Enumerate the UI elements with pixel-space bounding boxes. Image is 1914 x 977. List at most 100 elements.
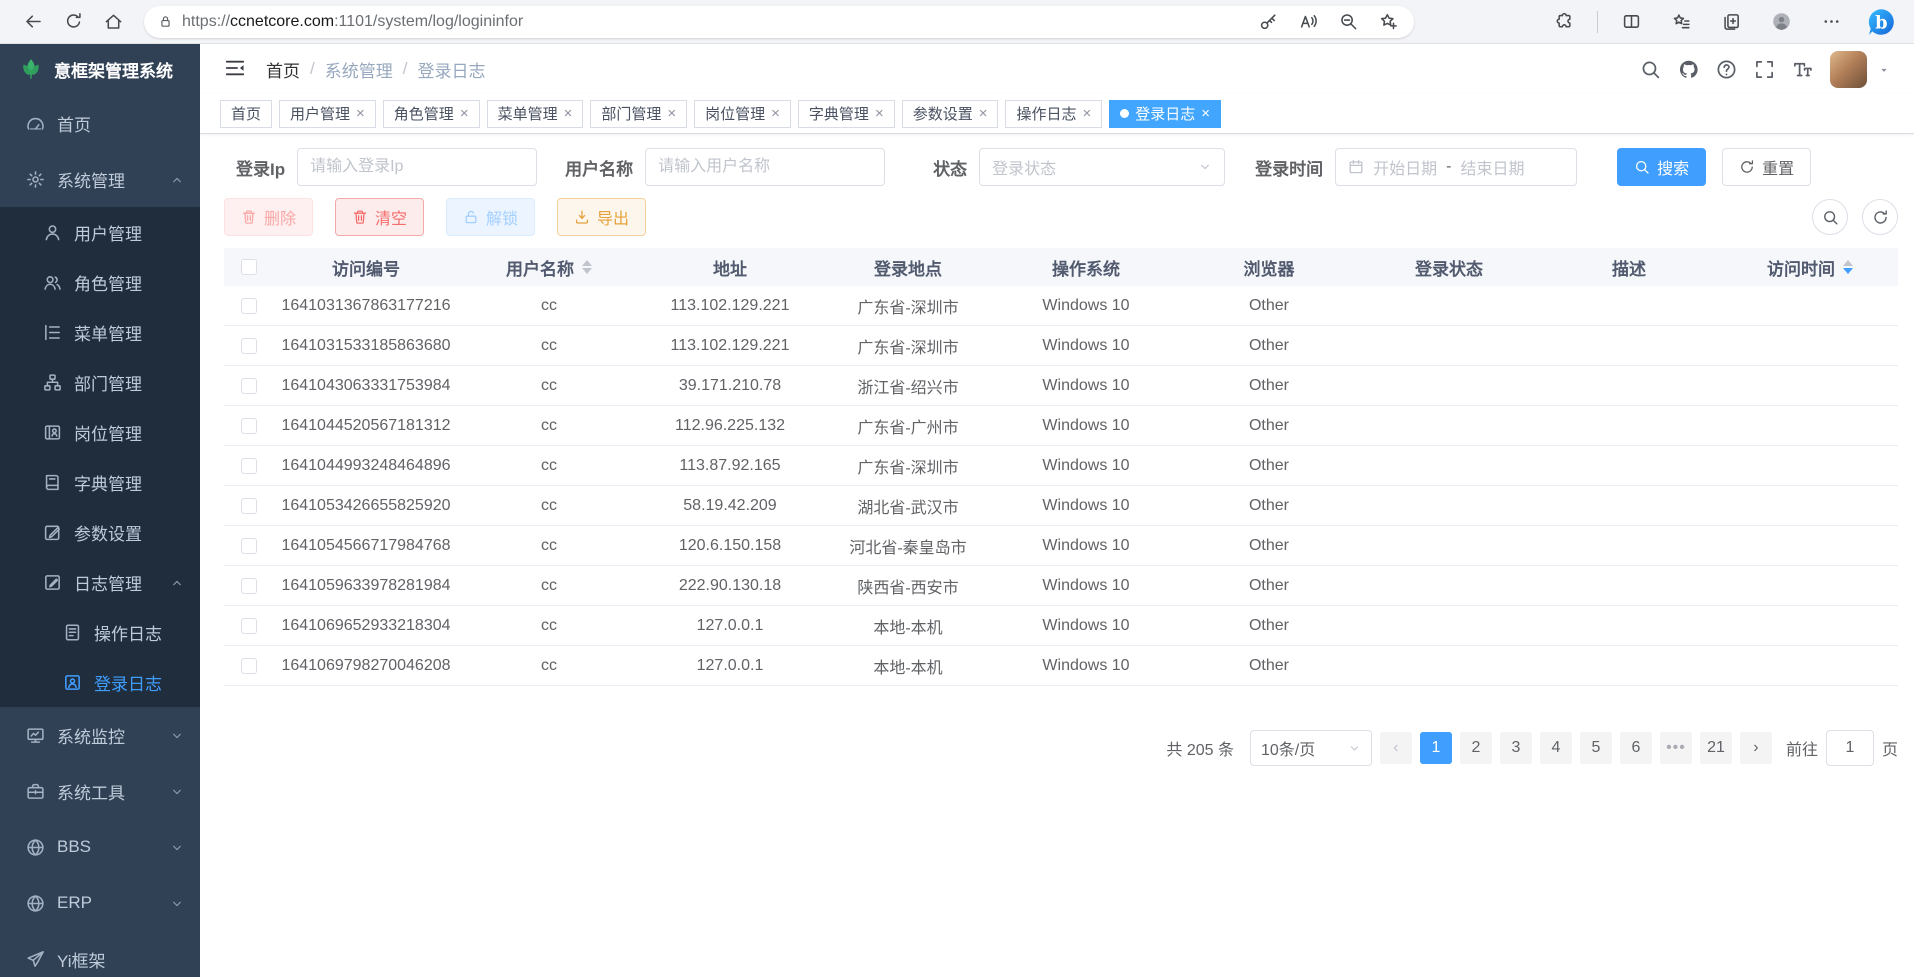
清空-button[interactable]: 清空 — [335, 198, 424, 236]
font-size-icon[interactable] — [1792, 59, 1813, 80]
row-checkbox[interactable] — [241, 538, 257, 554]
bing-icon[interactable]: b — [1864, 5, 1898, 39]
row-checkbox[interactable] — [241, 498, 257, 514]
sort-carets-icon[interactable] — [1843, 260, 1853, 274]
tab-用户管理[interactable]: 用户管理× — [279, 100, 376, 128]
tab-菜单管理[interactable]: 菜单管理× — [487, 100, 584, 128]
row-checkbox[interactable] — [241, 298, 257, 314]
tab-操作日志[interactable]: 操作日志× — [1005, 100, 1102, 128]
sidebar-item-登录日志[interactable]: 登录日志 — [0, 657, 200, 707]
row-checkbox[interactable] — [241, 578, 257, 594]
sort-asc-icon[interactable] — [582, 260, 592, 266]
more-icon[interactable] — [1814, 5, 1848, 39]
tab-首页[interactable]: 首页 — [220, 100, 272, 128]
close-icon[interactable]: × — [875, 106, 884, 121]
close-icon[interactable]: × — [771, 106, 780, 121]
fullscreen-icon[interactable] — [1754, 59, 1775, 80]
sidebar-item-菜单管理[interactable]: 菜单管理 — [0, 307, 200, 357]
close-icon[interactable]: × — [460, 106, 469, 121]
tab-角色管理[interactable]: 角色管理× — [383, 100, 480, 128]
add-favorite-icon[interactable] — [1376, 10, 1400, 34]
sidebar-item-首页[interactable]: 首页 — [0, 95, 200, 151]
profile-icon[interactable] — [1764, 5, 1798, 39]
sidebar-item-BBS[interactable]: BBS — [0, 819, 200, 875]
row-checkbox[interactable] — [241, 618, 257, 634]
导出-button[interactable]: 导出 — [557, 198, 646, 236]
page-button-1[interactable]: 1 — [1420, 732, 1452, 764]
tab-登录日志[interactable]: 登录日志× — [1109, 100, 1221, 128]
sidebar-item-系统管理[interactable]: 系统管理 — [0, 151, 200, 207]
删除-button[interactable]: 删除 — [224, 198, 313, 236]
status-select[interactable]: 登录状态 — [979, 148, 1225, 186]
search-icon[interactable] — [1640, 59, 1661, 80]
close-icon[interactable]: × — [356, 106, 365, 121]
sidebar-item-部门管理[interactable]: 部门管理 — [0, 357, 200, 407]
avatar[interactable] — [1830, 51, 1867, 88]
page-button-2[interactable]: 2 — [1460, 732, 1492, 764]
sidebar-item-日志管理[interactable]: 日志管理 — [0, 557, 200, 607]
sidebar-item-系统监控[interactable]: 系统监控 — [0, 707, 200, 763]
sort-desc-icon[interactable] — [1843, 268, 1853, 274]
refresh-tool-button[interactable] — [1862, 199, 1898, 235]
read-aloud-icon[interactable] — [1296, 10, 1320, 34]
search-tool-button[interactable] — [1812, 199, 1848, 235]
sidebar-item-参数设置[interactable]: 参数设置 — [0, 507, 200, 557]
split-screen-icon[interactable] — [1614, 5, 1648, 39]
prev-page-button[interactable]: ‹ — [1380, 732, 1412, 764]
sidebar-item-用户管理[interactable]: 用户管理 — [0, 207, 200, 257]
close-icon[interactable]: × — [564, 106, 573, 121]
sidebar-item-岗位管理[interactable]: 岗位管理 — [0, 407, 200, 457]
解锁-button[interactable]: 解锁 — [446, 198, 535, 236]
tab-参数设置[interactable]: 参数设置× — [902, 100, 999, 128]
page-button-6[interactable]: 6 — [1620, 732, 1652, 764]
caret-down-icon[interactable] — [1878, 63, 1890, 75]
collections-icon[interactable] — [1714, 5, 1748, 39]
goto-input[interactable] — [1826, 730, 1874, 766]
row-checkbox[interactable] — [241, 458, 257, 474]
close-icon[interactable]: × — [1201, 106, 1210, 121]
sidebar-item-Yi框架[interactable]: Yi框架 — [0, 931, 200, 977]
page-button-3[interactable]: 3 — [1500, 732, 1532, 764]
page-button-21[interactable]: 21 — [1700, 732, 1732, 764]
next-page-button[interactable]: › — [1740, 732, 1772, 764]
row-checkbox[interactable] — [241, 378, 257, 394]
page-size-select[interactable]: 10条/页 — [1250, 730, 1372, 766]
column-header-访问时间[interactable]: 访问时间 — [1722, 255, 1898, 280]
github-icon[interactable] — [1678, 59, 1699, 80]
extensions-icon[interactable] — [1547, 5, 1581, 39]
row-checkbox[interactable] — [241, 338, 257, 354]
home-icon[interactable] — [96, 5, 130, 39]
favorites-icon[interactable] — [1664, 5, 1698, 39]
breadcrumb-system[interactable]: 系统管理 — [325, 57, 393, 82]
row-checkbox[interactable] — [241, 658, 257, 674]
page-button-4[interactable]: 4 — [1540, 732, 1572, 764]
reset-button[interactable]: 重置 — [1722, 148, 1811, 186]
tab-字典管理[interactable]: 字典管理× — [798, 100, 895, 128]
hamburger-icon[interactable] — [224, 57, 248, 81]
sort-asc-icon[interactable] — [1843, 260, 1853, 266]
sort-desc-icon[interactable] — [582, 268, 592, 274]
page-button-5[interactable]: 5 — [1580, 732, 1612, 764]
login-ip-input[interactable] — [297, 148, 537, 186]
reload-icon[interactable] — [56, 5, 90, 39]
question-icon[interactable] — [1716, 59, 1737, 80]
date-range-picker[interactable]: 开始日期 - 结束日期 — [1335, 148, 1577, 186]
tab-部门管理[interactable]: 部门管理× — [590, 100, 687, 128]
close-icon[interactable]: × — [667, 106, 676, 121]
key-icon[interactable] — [1256, 10, 1280, 34]
zoom-out-icon[interactable] — [1336, 10, 1360, 34]
sidebar-item-系统工具[interactable]: 系统工具 — [0, 763, 200, 819]
tab-岗位管理[interactable]: 岗位管理× — [694, 100, 791, 128]
select-all-checkbox[interactable] — [241, 259, 257, 275]
sort-carets-icon[interactable] — [582, 260, 592, 274]
back-icon[interactable] — [16, 5, 50, 39]
close-icon[interactable]: × — [1083, 106, 1092, 121]
search-button[interactable]: 搜索 — [1617, 148, 1706, 186]
sidebar-item-角色管理[interactable]: 角色管理 — [0, 257, 200, 307]
sidebar-item-ERP[interactable]: ERP — [0, 875, 200, 931]
row-checkbox[interactable] — [241, 418, 257, 434]
breadcrumb-home[interactable]: 首页 — [266, 57, 300, 82]
close-icon[interactable]: × — [979, 106, 988, 121]
address-bar[interactable]: https://ccnetcore.com:1101/system/log/lo… — [144, 6, 1414, 38]
sidebar-item-字典管理[interactable]: 字典管理 — [0, 457, 200, 507]
